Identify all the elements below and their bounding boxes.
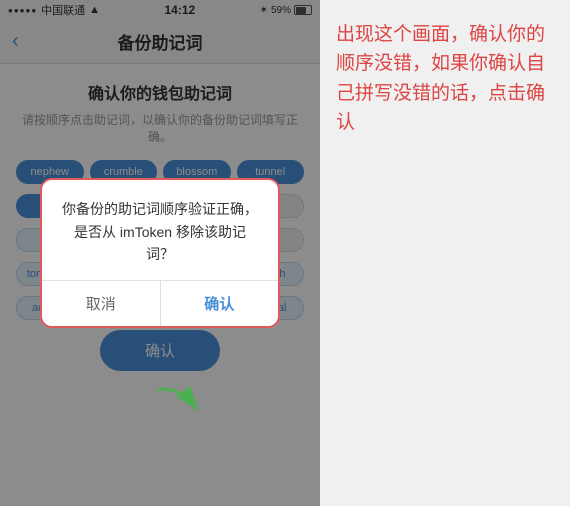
phone-screen: ●●●●● 中国联通 ▲ 14:12 ✶ 59% ‹ 备份助记词 确认你的钱包助… xyxy=(0,0,320,506)
modal-actions: 取消 确认 xyxy=(42,281,278,326)
modal-dialog: 你备份的助记词顺序验证正确，是否从 imToken 移除该助记词？ 取消 确认 xyxy=(40,178,280,327)
modal-overlay: 你备份的助记词顺序验证正确，是否从 imToken 移除该助记词？ 取消 确认 xyxy=(0,0,320,506)
modal-ok-button[interactable]: 确认 xyxy=(161,281,279,326)
modal-cancel-button[interactable]: 取消 xyxy=(42,281,161,326)
annotation-panel: 出现这个画面，确认你的顺序没错，如果你确认自己拼写没错的话，点击确认 xyxy=(320,0,570,506)
annotation-text: 出现这个画面，确认你的顺序没错，如果你确认自己拼写没错的话，点击确认 xyxy=(336,20,558,138)
modal-message: 你备份的助记词顺序验证正确，是否从 imToken 移除该助记词？ xyxy=(42,180,278,279)
green-arrow-icon xyxy=(148,380,208,430)
